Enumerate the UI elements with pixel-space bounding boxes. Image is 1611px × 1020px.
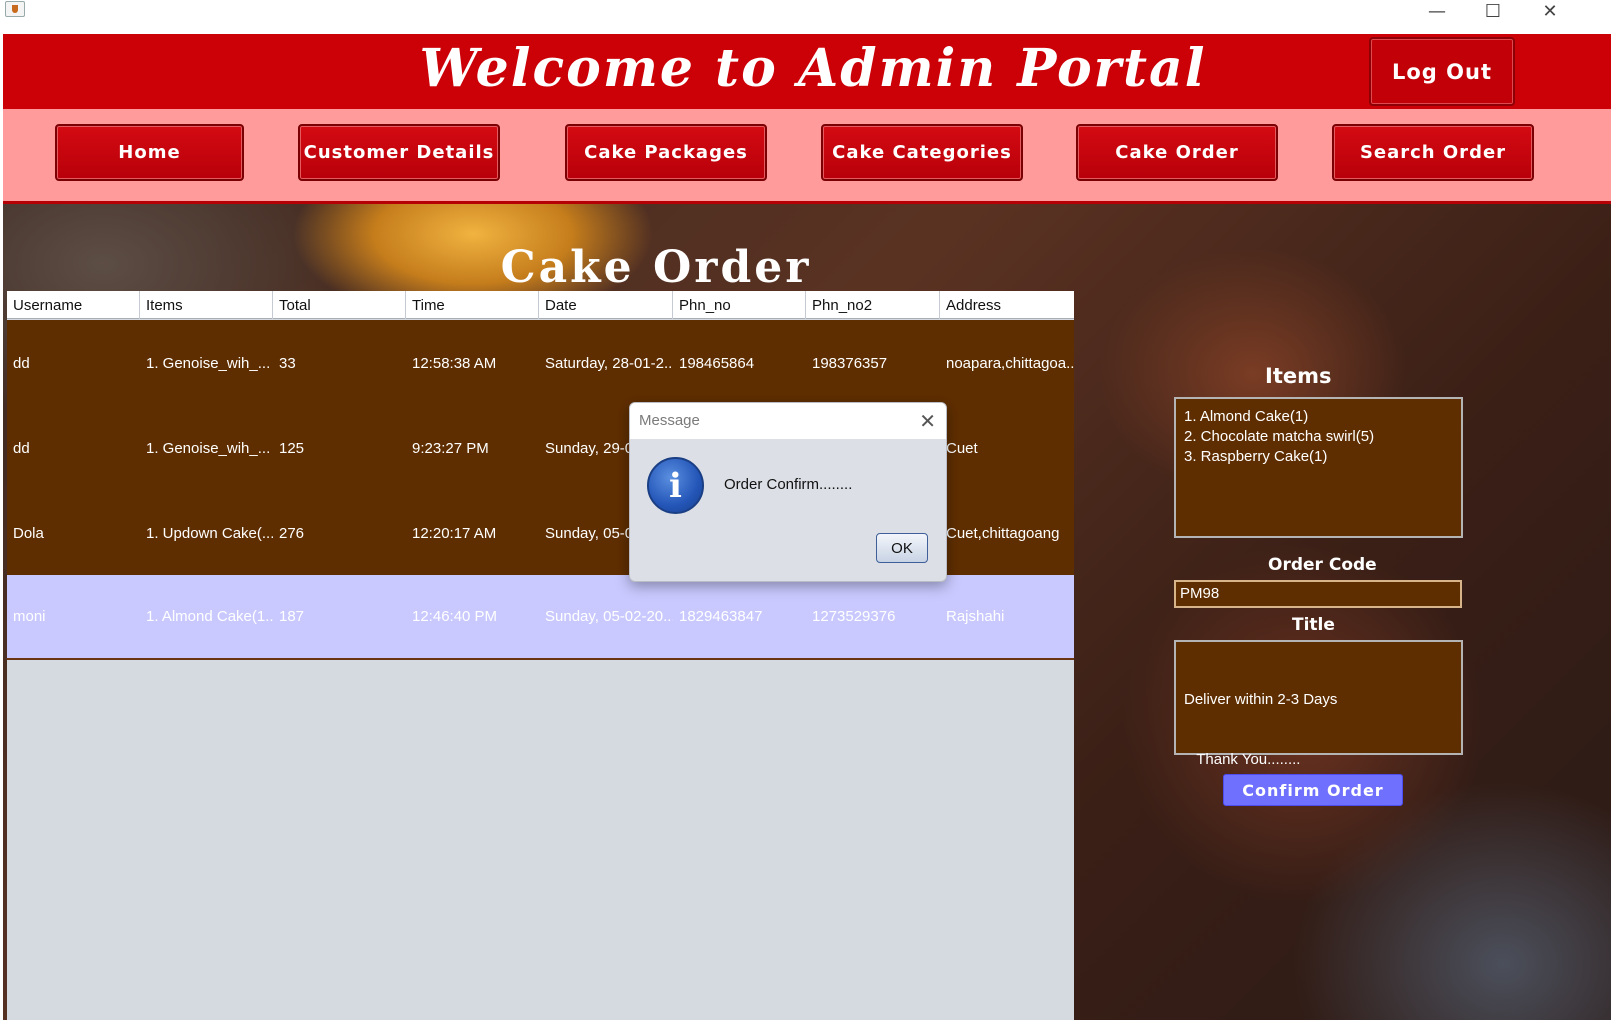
header-bar: Welcome to Admin Portal Log Out: [3, 34, 1611, 109]
nav-cake-packages-button[interactable]: Cake Packages: [565, 124, 767, 181]
column-header[interactable]: Address: [940, 291, 1074, 319]
close-icon[interactable]: ✕: [1530, 0, 1570, 22]
nav-cake-categories-button[interactable]: Cake Categories: [821, 124, 1023, 181]
cell-phone: 198465864: [679, 354, 755, 372]
logout-button[interactable]: Log Out: [1369, 37, 1515, 106]
column-header[interactable]: Date: [539, 291, 673, 319]
item-line: 3. Raspberry Cake(1): [1184, 448, 1328, 465]
order-code-label: Order Code: [1268, 555, 1377, 575]
column-header[interactable]: Time: [406, 291, 539, 319]
cell-address: Cuet: [946, 439, 978, 457]
cell-date: Sunday, 05-02-20...: [545, 608, 673, 625]
cell-username: Dola: [13, 524, 44, 542]
dialog-title: Message: [630, 403, 946, 439]
ok-button[interactable]: OK: [876, 533, 928, 563]
items-label: Items: [1265, 364, 1332, 388]
column-header[interactable]: Username: [7, 291, 140, 319]
nav-bar: Home Customer Details Cake Packages Cake…: [3, 109, 1611, 204]
cell-time: 12:58:38 AM: [412, 354, 497, 372]
cell-username: moni: [13, 608, 46, 625]
cell-items: 1. Genoise_wih_...: [146, 439, 271, 457]
nav-cake-order-button[interactable]: Cake Order: [1076, 124, 1278, 181]
cell-time: 12:46:40 PM: [412, 608, 498, 625]
nav-search-order-button[interactable]: Search Order: [1332, 124, 1534, 181]
item-line: 1. Almond Cake(1): [1184, 408, 1309, 425]
cell-username: dd: [13, 354, 30, 372]
order-code-input[interactable]: PM98: [1174, 580, 1462, 608]
cell-items: 1. Updown Cake(...: [146, 524, 273, 542]
title-line: Deliver within 2-3 Days: [1184, 691, 1338, 708]
cell-address: noapara,chittagoa...: [946, 354, 1074, 372]
nav-home-button[interactable]: Home: [55, 124, 244, 181]
cell-phone: 1829463847: [679, 608, 763, 625]
cell-phone2: 198376357: [812, 354, 888, 372]
cell-items: 1. Genoise_wih_...: [146, 354, 271, 372]
page-title: Cake Order: [500, 242, 812, 293]
column-header[interactable]: Phn_no2: [806, 291, 940, 319]
cell-total: 33: [279, 354, 296, 372]
title-label: Title: [1292, 615, 1335, 635]
confirm-order-button[interactable]: Confirm Order: [1223, 774, 1403, 806]
items-textarea[interactable]: 1. Almond Cake(1) 2. Chocolate matcha sw…: [1174, 397, 1463, 538]
column-header[interactable]: Total: [273, 291, 406, 319]
orders-table[interactable]: Username Items Total Time Date Phn_no Ph…: [7, 291, 1074, 1020]
title-textarea[interactable]: Deliver within 2-3 Days Thank You.......…: [1174, 640, 1463, 768]
cell-total: 276: [279, 524, 305, 542]
window-titlebar: — ☐ ✕: [0, 0, 1611, 30]
table-row-selected[interactable]: moni 1. Almond Cake(1... 187 12:46:40 PM…: [7, 575, 1074, 658]
cell-date: Saturday, 28-01-2...: [545, 354, 673, 372]
maximize-icon[interactable]: ☐: [1473, 0, 1513, 22]
minimize-icon[interactable]: —: [1417, 0, 1457, 22]
dialog-close-icon[interactable]: ✕: [919, 409, 936, 433]
column-header[interactable]: Items: [140, 291, 273, 319]
table-row[interactable]: dd 1. Genoise_wih_... 33 12:58:38 AM Sat…: [7, 320, 1074, 406]
cell-total: 187: [279, 608, 305, 625]
cell-time: 12:20:17 AM: [412, 524, 497, 542]
java-app-icon: [5, 1, 25, 17]
title-line: Thank You........: [1184, 751, 1301, 768]
info-icon: i: [647, 457, 704, 514]
nav-customer-details-button[interactable]: Customer Details: [298, 124, 500, 181]
cell-address: Rajshahi: [946, 608, 1005, 625]
cell-items: 1. Almond Cake(1...: [146, 608, 273, 625]
table-bottom-border: [7, 658, 1074, 660]
table-header: Username Items Total Time Date Phn_no Ph…: [7, 291, 1074, 319]
cell-address: Cuet,chittagoang: [946, 524, 1060, 542]
message-dialog: Message ✕ i Order Confirm........ OK: [629, 402, 947, 582]
cell-total: 125: [279, 439, 305, 457]
welcome-title: Welcome to Admin Portal: [419, 38, 1207, 99]
dialog-message: Order Confirm........: [724, 476, 853, 493]
cell-time: 9:23:27 PM: [412, 439, 489, 457]
item-line: 2. Chocolate matcha swirl(5): [1184, 428, 1375, 445]
cell-username: dd: [13, 439, 30, 457]
cell-phone2: 1273529376: [812, 608, 896, 625]
column-header[interactable]: Phn_no: [673, 291, 806, 319]
